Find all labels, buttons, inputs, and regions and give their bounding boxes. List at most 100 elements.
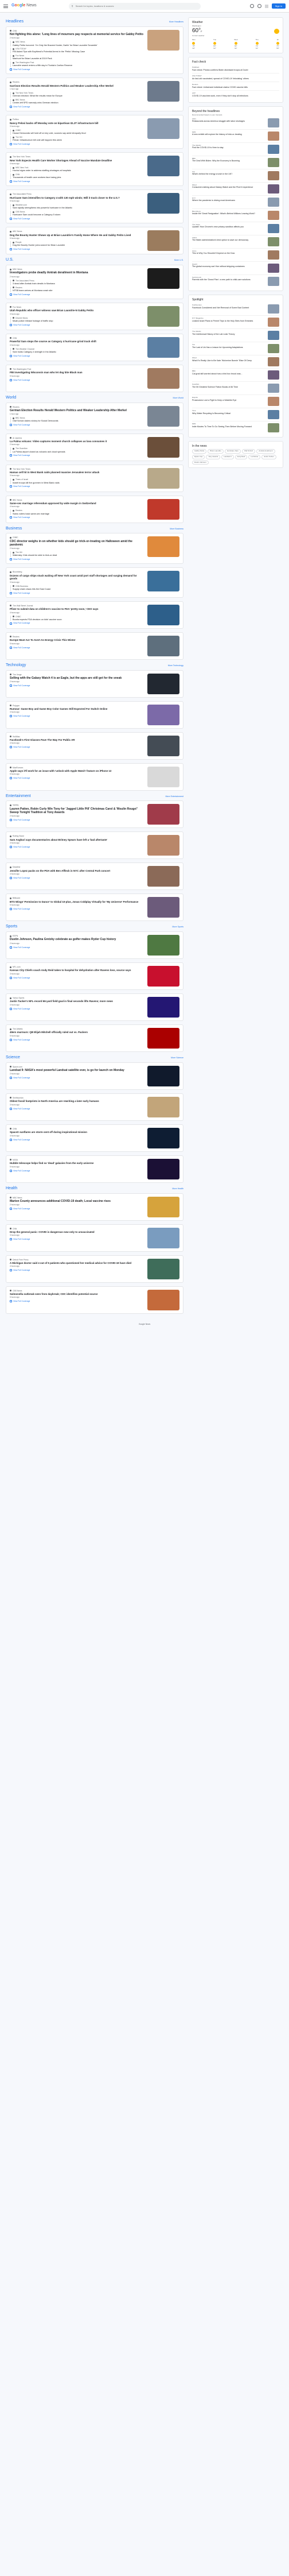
related-headline[interactable]: Israeli troops kill five gunmen in West … (13, 482, 144, 485)
full-coverage-link[interactable]: View Full Coverage (10, 647, 144, 649)
story-thumbnail[interactable] (147, 81, 179, 102)
side-story[interactable]: BBC The Deal With Biden: Why the Economy … (192, 156, 279, 169)
related-headline[interactable]: Hochul signs order to address staffing s… (13, 169, 144, 172)
side-story[interactable]: The Atlantic Find the COVID-19 is Here to… (192, 143, 279, 156)
story-headline[interactable]: Powerful Sam steps the course as Categor… (10, 340, 144, 343)
side-story-headline[interactable]: The 50 Greatest Science Fiction Books of… (192, 386, 265, 388)
side-story[interactable]: Smithsonian Facebook Considered and Net R… (192, 303, 279, 316)
related-headline[interactable]: Swiss voters back same-sex marriage (13, 513, 144, 516)
side-story-headline[interactable]: Inside the 'Great Resignation': What's B… (192, 212, 265, 215)
side-story-thumbnail[interactable] (268, 144, 279, 154)
side-story[interactable]: TechCrunch Parents with the 'Grand Plan':… (192, 275, 279, 288)
side-story[interactable]: CNN Restaurants across America struggle w… (192, 117, 279, 130)
full-coverage-link[interactable]: View Full Coverage (10, 424, 144, 427)
side-story-headline[interactable]: Consumers talking about Galaxy Watch and… (192, 186, 265, 188)
section-more-link[interactable]: More Business (170, 528, 183, 530)
story-thumbnail[interactable] (147, 156, 179, 177)
story-thumbnail[interactable] (147, 1127, 179, 1148)
story-headline[interactable]: Nancy Pelosi backs off Monday vote on bi… (10, 122, 144, 125)
story-headline[interactable]: Landsat 9: NASA's most powerful Landsat … (10, 1069, 144, 1072)
related-headline[interactable]: La Palma airport closed as volcanic ash … (13, 451, 144, 454)
section-more-link[interactable]: More Health (172, 1188, 183, 1190)
related-story[interactable]: The Hill Pelosi: Infrastructure bill vote… (10, 136, 144, 142)
full-coverage-link[interactable]: View Full Coverage (10, 180, 144, 183)
story-headline[interactable]: Pfizer to submit data on children's vacc… (10, 608, 144, 611)
topic-chip[interactable]: Olaf Scholz (241, 449, 256, 454)
story-headline[interactable]: Jennifer Lopez packs on the PDA with Ben… (10, 869, 144, 873)
side-story-headline[interactable]: Leaked Israel Plans to Permit Trips to t… (192, 320, 265, 322)
story-headline[interactable]: Hubble telescope helps find so 'dead' ga… (10, 1162, 144, 1165)
topic-chip[interactable]: Ryder Cup (192, 454, 205, 459)
story-source[interactable]: Yahoo Sports (10, 997, 144, 999)
story-headline[interactable]: Apple says it'll work for an issue with … (10, 769, 144, 773)
side-story-thumbnail[interactable] (268, 118, 279, 127)
related-headline[interactable]: Sam holds Category 4 strength in the Atl… (13, 351, 144, 354)
section-more-link[interactable]: More U.S. (174, 259, 183, 261)
related-headline[interactable]: Moab police release footage of traffic s… (13, 320, 144, 323)
related-story[interactable]: CNBC Bourla expects FDA decision on kids'… (10, 615, 144, 621)
related-headline[interactable]: Thousands of health care workers face lo… (13, 176, 144, 179)
story-thumbnail[interactable] (147, 1227, 179, 1248)
side-story-headline[interactable]: Find the COVID-19 is Here to stay (192, 146, 265, 149)
story-thumbnail[interactable] (147, 735, 179, 756)
related-story[interactable]: NBC News Gabby Petito honored: 'I'm Only … (10, 41, 144, 47)
full-coverage-link[interactable]: View Full Coverage (10, 143, 144, 146)
full-coverage-link[interactable]: View Full Coverage (10, 454, 144, 457)
section-more-link[interactable]: More Technology (168, 664, 183, 667)
related-headline[interactable]: Sam rapidly strengthens into powerful hu… (13, 207, 144, 210)
story-thumbnail[interactable] (147, 405, 179, 427)
story-headline[interactable]: A Michigan doctor said 4 out of 5 patien… (10, 1262, 144, 1265)
sign-in-button[interactable]: Sign in (271, 3, 286, 9)
side-story[interactable]: NPR Indie Movies To Time To Go Seeing The… (192, 421, 279, 434)
story-thumbnail[interactable] (147, 436, 179, 458)
related-headline[interactable]: Pelosi: Infrastructure bill vote will ha… (13, 139, 144, 142)
related-headline[interactable]: FBI Asked Tips with Boyfriend's Potentia… (13, 51, 144, 53)
related-headline[interactable]: Supply chain chaos hits the East Coast (13, 588, 144, 591)
story-thumbnail[interactable] (147, 804, 179, 825)
full-coverage-link[interactable]: View Full Coverage (10, 1208, 144, 1210)
related-story[interactable]: NBC New York Hochul signs order to addres… (10, 167, 144, 173)
related-headline[interactable]: Gabby Petito honored: 'I'm Only the Brav… (13, 44, 144, 47)
section-title[interactable]: Entertainment (6, 794, 31, 799)
related-story[interactable]: People Dog the Bounty Hunter joins search… (10, 241, 144, 247)
story-headline[interactable]: Not fighting this alone: 'Long lines of … (10, 33, 144, 36)
side-story-thumbnail[interactable] (268, 276, 279, 286)
story-source[interactable]: Bloomberg (10, 571, 144, 573)
story-headline[interactable]: German Election Results Herald Western P… (10, 409, 144, 412)
side-story-headline[interactable]: Cal grad still worried about how a bird … (192, 373, 265, 375)
help-icon[interactable] (249, 4, 254, 8)
forecast-day[interactable]: Thu 79° 61° (256, 38, 259, 49)
section-title[interactable]: Technology (6, 663, 26, 668)
side-story-thumbnail[interactable] (268, 210, 279, 220)
story-thumbnail[interactable] (147, 193, 179, 214)
full-coverage-link[interactable]: View Full Coverage (10, 248, 144, 251)
related-story[interactable]: CNN Thousands of health care workers face… (10, 173, 144, 180)
side-story-headline[interactable]: A new exhibit will explore the history o… (192, 133, 265, 136)
full-coverage-link[interactable]: View Full Coverage (10, 1170, 144, 1172)
story-source[interactable]: The Athletic (10, 1028, 144, 1030)
story-headline[interactable]: Europe Must Act To Avert An Energy Crisi… (10, 639, 144, 642)
side-story-headline[interactable]: Fact check: Photos confirms Biden dismis… (192, 69, 279, 71)
story-source[interactable]: CNN (10, 1128, 144, 1130)
story-source[interactable]: Politico (10, 118, 144, 121)
topic-chip[interactable]: Dustin Johnson (192, 460, 209, 465)
story-thumbnail[interactable] (147, 997, 179, 1018)
weather-widget[interactable]: Weather Washington 60°F Current weather … (188, 17, 283, 53)
story-source[interactable]: Fox News (10, 306, 144, 308)
related-headline[interactable]: Manhunt for Brian Laundrie at 2019 Park (13, 57, 144, 60)
story-source[interactable]: NBC News (10, 268, 144, 270)
side-story-thumbnail[interactable] (268, 317, 279, 327)
section-title[interactable]: Business (6, 527, 22, 532)
topic-chip[interactable]: Andy Reid (235, 454, 248, 459)
related-story[interactable]: The Guardian La Palma airport closed as v… (10, 447, 144, 454)
story-thumbnail[interactable] (147, 835, 179, 856)
side-story-headline[interactable]: The Biden administration's best option t… (192, 239, 265, 241)
full-coverage-link[interactable]: View Full Coverage (10, 877, 144, 880)
story-headline[interactable]: Dustin Johnson, Paulina Gretzky celebrat… (10, 938, 144, 941)
menu-icon[interactable] (3, 4, 8, 8)
side-story[interactable]: Bloomberg Inside the 'Great Resignation':… (192, 209, 279, 222)
full-coverage-link[interactable]: View Full Coverage (10, 1238, 144, 1241)
full-coverage-link[interactable]: View Full Coverage (10, 1139, 144, 1141)
full-coverage-link[interactable]: View Full Coverage (10, 746, 144, 749)
story-source[interactable]: CNBC (10, 536, 144, 539)
